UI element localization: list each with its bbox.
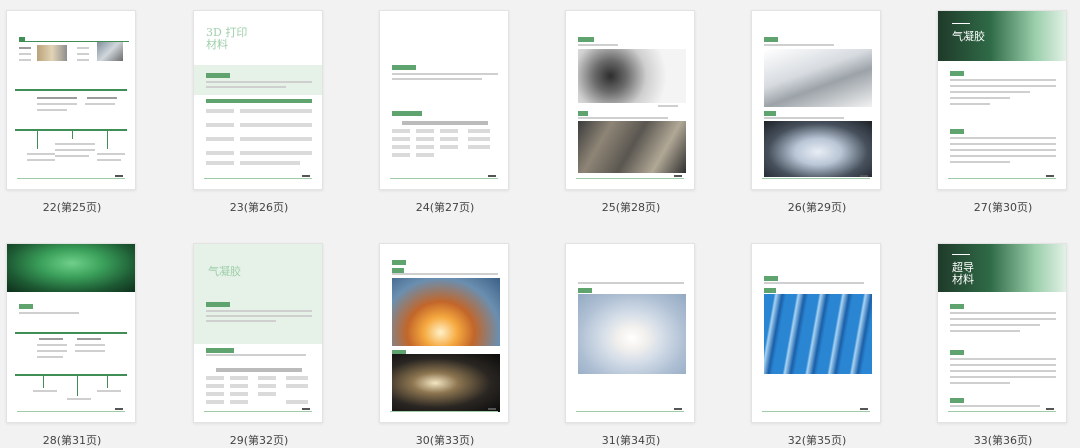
- page-preview: 超导 材料: [937, 243, 1067, 423]
- page-thumbnail-25[interactable]: 25(第28页): [565, 10, 697, 214]
- section-title: 气凝胶: [208, 265, 241, 278]
- figure-image: [578, 49, 686, 103]
- page-preview: 气凝胶: [193, 243, 323, 423]
- page-preview: [6, 243, 136, 423]
- page-preview: [565, 10, 695, 190]
- page-thumbnail-23[interactable]: 3D 打印 材料 23(第26页): [193, 10, 325, 214]
- page-preview: [751, 243, 881, 423]
- page-thumbnail-26[interactable]: 26(第29页): [751, 10, 883, 214]
- page-caption: 26(第29页): [787, 201, 847, 214]
- page-caption: 25(第28页): [601, 201, 661, 214]
- page-preview: [379, 243, 509, 423]
- page-preview: [379, 10, 509, 190]
- page-thumbnail-30[interactable]: 30(第33页): [379, 243, 511, 447]
- page-caption: 23(第26页): [229, 201, 289, 214]
- figure-image: [764, 294, 872, 374]
- page-thumbnail-28[interactable]: 28(第31页): [6, 243, 138, 447]
- page-thumbnail-22[interactable]: 22(第25页): [6, 10, 138, 214]
- figure-image: [764, 49, 872, 107]
- page-preview: [565, 243, 695, 423]
- page-thumbnail-29[interactable]: 气凝胶 29(第32页): [193, 243, 325, 447]
- page-preview: [6, 10, 136, 190]
- page-thumbnail-27[interactable]: 气凝胶 27(第30页): [937, 10, 1069, 214]
- section-title: 气凝胶: [952, 30, 985, 43]
- header-image: [7, 244, 135, 292]
- page-thumbnail-24[interactable]: 24(第27页): [379, 10, 511, 214]
- page-thumbnail-grid: 22(第25页) 3D 打印 材料 23(第26页) 24(第27页) 25(第…: [0, 0, 1080, 447]
- figure-image: [392, 354, 500, 412]
- page-thumbnail-33[interactable]: 超导 材料 33(第36页): [937, 243, 1069, 447]
- section-title: 超导 材料: [952, 261, 974, 286]
- page-caption: 24(第27页): [415, 201, 475, 214]
- page-thumbnail-32[interactable]: 32(第35页): [751, 243, 883, 447]
- page-preview: 气凝胶: [937, 10, 1067, 190]
- figure-image: [578, 294, 686, 374]
- page-thumbnail-31[interactable]: 31(第34页): [565, 243, 697, 447]
- page-caption: 22(第25页): [42, 201, 102, 214]
- page-preview: 3D 打印 材料: [193, 10, 323, 190]
- figure-image: [764, 121, 872, 177]
- figure-image: [578, 121, 686, 173]
- section-title: 3D 打印 材料: [206, 26, 248, 51]
- figure-image: [37, 45, 67, 61]
- figure-image: [97, 41, 123, 61]
- figure-image: [392, 278, 500, 346]
- page-caption: 27(第30页): [973, 201, 1033, 214]
- page-preview: [751, 10, 881, 190]
